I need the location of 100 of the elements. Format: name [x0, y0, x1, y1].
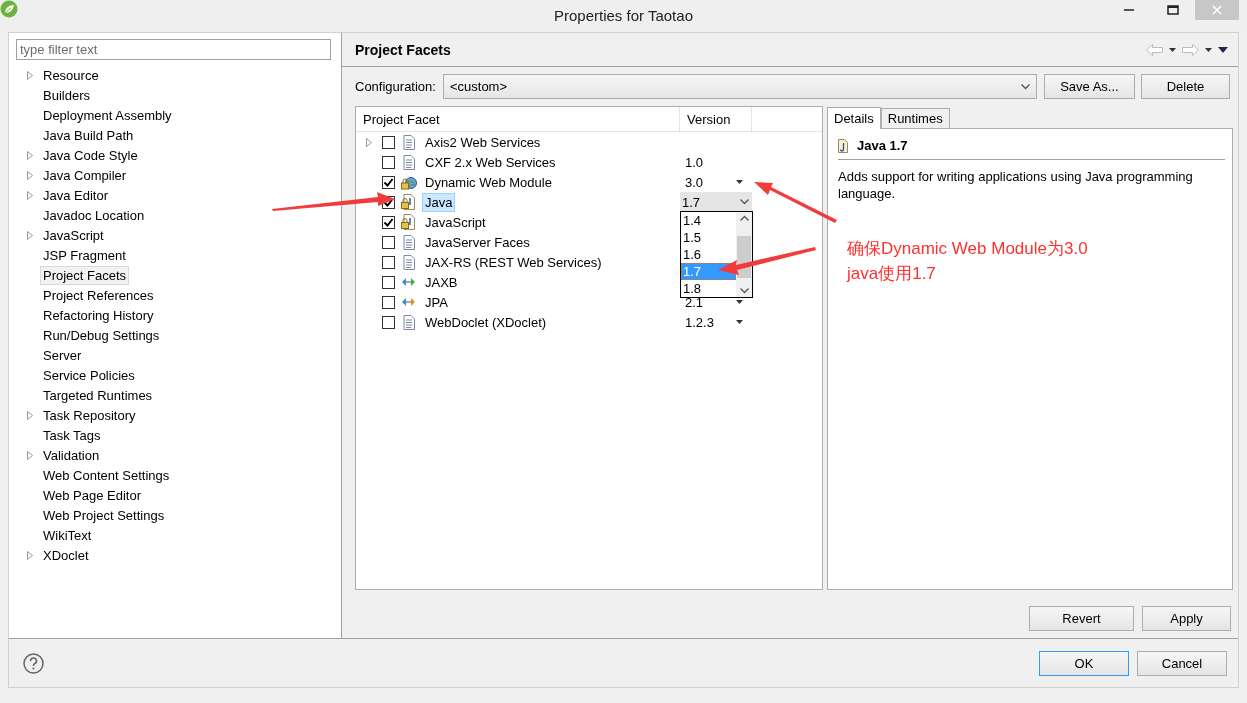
tree-item[interactable]: Resource: [40, 65, 102, 85]
dropdown-arrow-icon[interactable]: [736, 180, 743, 184]
tree-item[interactable]: Builders: [40, 85, 93, 105]
view-menu-icon[interactable]: [1218, 46, 1228, 53]
tree-item[interactable]: Javadoc Location: [40, 205, 148, 225]
tree-item[interactable]: Java Build Path: [40, 125, 137, 145]
expand-arrow-icon[interactable]: [366, 137, 373, 147]
tree-item[interactable]: Project References: [40, 285, 157, 305]
tree-item[interactable]: Java Compiler: [40, 165, 130, 185]
expand-arrow-icon[interactable]: [26, 410, 34, 420]
save-as-button[interactable]: Save As...: [1043, 74, 1135, 99]
tree-item[interactable]: Server: [40, 345, 85, 365]
maximize-icon: [1167, 5, 1179, 15]
configuration-combo[interactable]: <custom>: [442, 74, 1037, 99]
page-title: Project Facets: [355, 41, 451, 58]
facet-name[interactable]: WebDoclet (XDoclet): [422, 312, 550, 332]
cancel-button[interactable]: Cancel: [1137, 650, 1227, 676]
filter-field[interactable]: type filter text: [16, 39, 331, 60]
facet-name[interactable]: Dynamic Web Module: [422, 172, 555, 192]
tree-item[interactable]: Service Policies: [40, 365, 138, 385]
document-icon: [838, 138, 848, 153]
checkbox[interactable]: [382, 155, 395, 169]
version-value[interactable]: 3.0: [685, 174, 736, 190]
checkbox[interactable]: [382, 255, 395, 269]
tab[interactable]: Details: [827, 107, 881, 129]
version-option[interactable]: 1.6: [681, 246, 736, 263]
version-value[interactable]: 2.1: [685, 294, 736, 310]
help-icon[interactable]: [23, 652, 44, 674]
expand-arrow-icon[interactable]: [26, 170, 34, 180]
version-value[interactable]: 1.2.3: [685, 314, 736, 330]
document-icon: [402, 254, 415, 270]
details-heading: Java 1.7: [857, 138, 908, 153]
scroll-up-icon[interactable]: [739, 215, 749, 221]
version-value[interactable]: 1.0: [685, 154, 752, 170]
locked-document-icon: [401, 214, 416, 230]
tree-item[interactable]: Task Repository: [40, 405, 139, 425]
facet-name[interactable]: JavaServer Faces: [422, 232, 533, 252]
expand-arrow-icon[interactable]: [26, 150, 34, 160]
version-combo[interactable]: 1.7: [680, 192, 752, 212]
column-header[interactable]: Version: [680, 107, 752, 131]
document-icon: [402, 134, 415, 150]
double-arrow-icon: [401, 276, 416, 288]
version-option[interactable]: 1.5: [681, 229, 736, 246]
version-option[interactable]: 1.8: [681, 280, 736, 297]
checkbox[interactable]: [382, 235, 395, 249]
facet-name[interactable]: JAXB: [422, 272, 461, 292]
checkbox[interactable]: [382, 215, 395, 229]
checkbox[interactable]: [382, 275, 395, 289]
tree-item[interactable]: Validation: [40, 445, 103, 465]
tree-item[interactable]: Run/Debug Settings: [40, 325, 163, 345]
document-icon: [402, 234, 415, 250]
dropdown-arrow-icon[interactable]: [1169, 47, 1176, 52]
version-option[interactable]: 1.4: [681, 212, 736, 229]
tree-item[interactable]: XDoclet: [40, 545, 92, 565]
facet-name[interactable]: JAX-RS (REST Web Services): [422, 252, 605, 272]
checkbox[interactable]: [382, 135, 395, 149]
facet-name[interactable]: JavaScript: [422, 212, 489, 232]
tab[interactable]: Runtimes: [880, 108, 950, 128]
checkbox[interactable]: [382, 315, 395, 329]
expand-arrow-icon[interactable]: [26, 450, 34, 460]
leaf-logo-icon: [0, 0, 18, 18]
tree-item[interactable]: Refactoring History: [40, 305, 157, 325]
tree-item[interactable]: Web Content Settings: [40, 465, 173, 485]
facet-name[interactable]: Java: [422, 192, 456, 212]
revert-button[interactable]: Revert: [1029, 606, 1134, 631]
dropdown-arrow-icon[interactable]: [736, 300, 743, 304]
tree-item[interactable]: Web Project Settings: [40, 505, 168, 525]
annotation-text: java使用1.7: [847, 263, 937, 285]
window-title: Properties for Taotao: [553, 7, 694, 24]
checkbox[interactable]: [382, 295, 395, 309]
facet-name[interactable]: Axis2 Web Services: [422, 132, 544, 152]
checkbox[interactable]: [382, 175, 395, 189]
facet-name[interactable]: JPA: [422, 292, 451, 312]
tree-item[interactable]: JavaScript: [40, 225, 107, 245]
tree-item[interactable]: Project Facets: [40, 265, 130, 285]
tree-item[interactable]: Web Page Editor: [40, 485, 145, 505]
tree-item[interactable]: JSP Fragment: [40, 245, 129, 265]
double-arrow-icon: [401, 296, 416, 308]
expand-arrow-icon[interactable]: [26, 70, 34, 80]
expand-arrow-icon[interactable]: [26, 230, 34, 240]
tree-item[interactable]: WikiText: [40, 525, 95, 545]
tree-item[interactable]: Task Tags: [40, 425, 104, 445]
tree-item[interactable]: Deployment Assembly: [40, 105, 175, 125]
tree-item[interactable]: Java Editor: [40, 185, 112, 205]
expand-arrow-icon[interactable]: [26, 190, 34, 200]
column-header[interactable]: Project Facet: [356, 107, 680, 131]
scroll-down-icon[interactable]: [739, 288, 749, 294]
delete-button[interactable]: Delete: [1140, 74, 1230, 99]
dropdown-arrow-icon[interactable]: [736, 320, 743, 324]
tree-item[interactable]: Java Code Style: [40, 145, 141, 165]
locked-globe-icon: [400, 174, 417, 190]
tree-item[interactable]: Targeted Runtimes: [40, 385, 156, 405]
locked-document-icon: [401, 194, 416, 210]
expand-arrow-icon[interactable]: [26, 550, 34, 560]
scrollbar[interactable]: [736, 212, 752, 297]
chevron-down-icon[interactable]: [739, 199, 749, 205]
facet-name[interactable]: CXF 2.x Web Services: [422, 152, 559, 172]
dropdown-arrow-icon[interactable]: [1205, 47, 1212, 52]
apply-button[interactable]: Apply: [1142, 606, 1231, 631]
ok-button[interactable]: OK: [1039, 650, 1129, 676]
